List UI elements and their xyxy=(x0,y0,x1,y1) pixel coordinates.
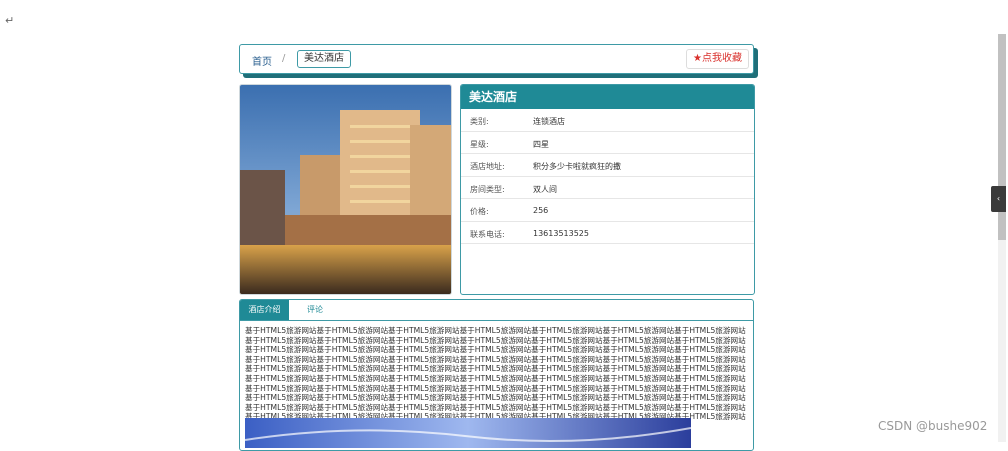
hotel-info-panel: 美达酒店 类别: 连锁酒店 星级: 四星 酒店地址: 积分多少卡啦就疯狂的撒 房… xyxy=(460,84,755,295)
detail-tabs: 酒店介绍 评论 基于HTML5旅游网站基于HTML5旅游网站基于HTML5旅游网… xyxy=(239,299,754,451)
breadcrumb-home-link[interactable]: 首页 xyxy=(252,53,272,68)
info-row-price: 价格: 256 xyxy=(461,199,754,222)
breadcrumb-current[interactable]: 美达酒店 xyxy=(297,50,351,68)
tab-divider xyxy=(240,320,753,321)
info-label: 酒店地址: xyxy=(470,162,505,171)
info-label: 房间类型: xyxy=(470,184,505,194)
hotel-description: 基于HTML5旅游网站基于HTML5旅游网站基于HTML5旅游网站基于HTML5… xyxy=(245,326,746,431)
info-value: 四星 xyxy=(533,139,549,149)
info-value: 256 xyxy=(533,206,549,215)
sidebar-toggle-button[interactable]: ‹ xyxy=(991,186,1006,212)
info-label: 星级: xyxy=(470,139,489,149)
info-value: 积分多少卡啦就疯狂的撒 xyxy=(533,162,621,171)
watermark: CSDN @bushe902 xyxy=(878,419,988,433)
description-image xyxy=(244,418,692,448)
tab-comments[interactable]: 评论 xyxy=(302,300,328,320)
info-value: 双人间 xyxy=(533,184,557,194)
info-label: 类别: xyxy=(470,117,489,126)
favorite-button[interactable]: ★点我收藏 xyxy=(686,49,749,69)
info-row-star: 星级: 四星 xyxy=(461,132,754,154)
info-row-phone: 联系电话: 13613513525 xyxy=(461,222,754,244)
info-row-category: 类别: 连锁酒店 xyxy=(461,109,754,132)
return-mark: ↵ xyxy=(5,14,15,27)
breadcrumb: 首页 / 美达酒店 ★点我收藏 xyxy=(239,44,754,74)
favorite-label: 点我收藏 xyxy=(702,53,742,64)
star-icon: ★ xyxy=(693,53,702,64)
info-label: 价格: xyxy=(470,207,489,216)
hotel-photo xyxy=(239,84,452,295)
info-row-address: 酒店地址: 积分多少卡啦就疯狂的撒 xyxy=(461,154,754,177)
info-row-room-type: 房间类型: 双人间 xyxy=(461,177,754,199)
chevron-left-icon: ‹ xyxy=(996,194,1001,203)
info-value: 13613513525 xyxy=(533,228,589,238)
info-value: 连锁酒店 xyxy=(533,117,565,126)
hotel-name: 美达酒店 xyxy=(461,85,754,109)
tab-hotel-intro[interactable]: 酒店介绍 xyxy=(240,300,289,320)
breadcrumb-separator: / xyxy=(282,53,286,64)
info-label: 联系电话: xyxy=(470,229,505,239)
